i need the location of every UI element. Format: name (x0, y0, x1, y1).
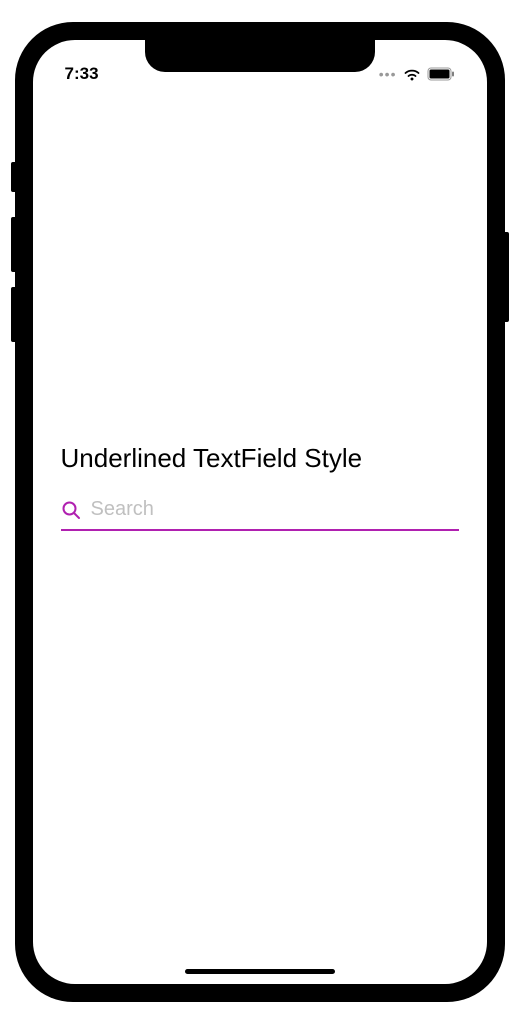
page-title: Underlined TextField Style (61, 443, 459, 474)
phone-frame: 7:33 ••• (15, 22, 505, 1002)
search-input[interactable] (91, 498, 459, 521)
wifi-icon (403, 67, 421, 81)
search-icon (61, 500, 81, 520)
side-button-mute (11, 162, 15, 192)
side-button-power (505, 232, 509, 322)
phone-notch (145, 40, 375, 72)
side-button-volume-down (11, 287, 15, 342)
main-content: Underlined TextField Style (33, 90, 487, 934)
home-indicator[interactable] (185, 969, 335, 974)
content-inner: Underlined TextField Style (61, 443, 459, 531)
status-time: 7:33 (65, 64, 99, 84)
side-button-volume-up (11, 217, 15, 272)
cellular-dots-icon: ••• (379, 66, 397, 82)
phone-screen: 7:33 ••• (33, 40, 487, 984)
battery-icon (427, 67, 455, 81)
status-indicators: ••• (379, 66, 455, 82)
search-field[interactable] (61, 498, 459, 531)
